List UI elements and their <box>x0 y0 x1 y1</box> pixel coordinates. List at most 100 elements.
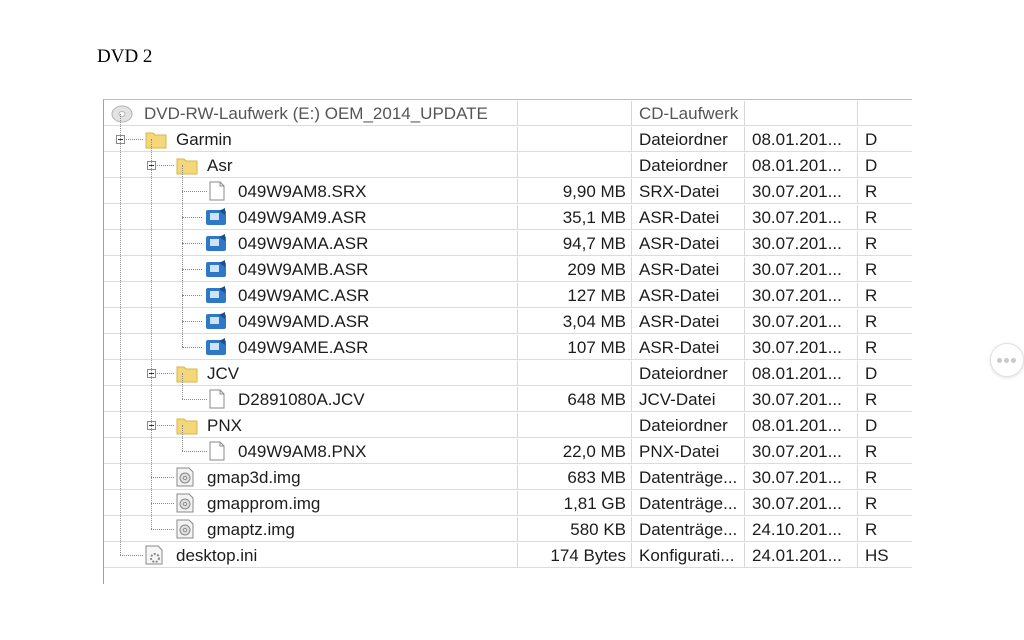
file-attributes: D <box>865 156 878 175</box>
tree-guide-line <box>182 425 183 451</box>
dot-icon <box>997 358 1002 363</box>
file-row[interactable]: gmapprom.img 1,81 GB Datenträge... 30.07.20… <box>104 491 912 516</box>
file-row[interactable]: JCV Dateiordner 08.01.201... D <box>104 361 912 386</box>
file-row[interactable]: 049W9AMC.ASR 127 MB ASR-Datei 30.07.201... R <box>104 283 912 308</box>
dot-icon <box>1004 358 1009 363</box>
file-row[interactable]: Asr Dateiordner 08.01.201... D <box>104 153 912 178</box>
name-cell: JCV <box>104 361 518 386</box>
file-attributes: R <box>865 286 878 305</box>
file-row[interactable]: D2891080A.JCV 648 MB JCV-Datei 30.07.201...… <box>104 387 912 412</box>
file-date: 30.07.201... <box>745 283 858 308</box>
file-row[interactable]: 049W9AME.ASR 107 MB ASR-Datei 30.07.201... R <box>104 335 912 360</box>
disc-image-file-icon <box>176 493 194 520</box>
file-attributes: R <box>865 520 878 539</box>
asr-file-icon <box>204 233 228 260</box>
file-attributes: HS <box>865 546 889 565</box>
file-size: 107 MB <box>518 335 632 360</box>
file-date: 08.01.201... <box>745 127 858 152</box>
dvd-drive-icon <box>111 105 133 123</box>
file-date: 08.01.201... <box>745 413 858 438</box>
file-type: Datenträge... <box>632 465 745 490</box>
file-date: 30.07.201... <box>745 465 858 490</box>
name-cell: 049W9AME.ASR <box>104 335 518 360</box>
folder-icon <box>176 363 198 390</box>
tree-connector <box>182 269 202 270</box>
folder-icon <box>176 155 198 182</box>
tree-connector <box>182 295 202 296</box>
disc-image-file-icon <box>176 519 194 546</box>
file-attributes: D <box>865 416 878 435</box>
file-date: 30.07.201... <box>745 309 858 334</box>
drive-name-cell: DVD-RW-Laufwerk (E:) OEM_2014_UPDATE <box>104 101 518 126</box>
file-row[interactable]: 049W9AMB.ASR 209 MB ASR-Datei 30.07.201... R <box>104 257 912 282</box>
blank-file-icon <box>209 389 225 416</box>
drive-row[interactable]: DVD-RW-Laufwerk (E:) OEM_2014_UPDATE CD-… <box>104 101 912 126</box>
asr-file-icon <box>204 311 228 338</box>
file-name: D2891080A.JCV <box>238 390 365 409</box>
file-date: 30.07.201... <box>745 205 858 230</box>
file-attributes: R <box>865 390 878 409</box>
more-options-button[interactable] <box>990 343 1024 377</box>
file-size: 22,0 MB <box>518 439 632 464</box>
file-date: 30.07.201... <box>745 491 858 516</box>
file-attributes: R <box>865 468 878 487</box>
page-heading: DVD 2 <box>97 46 153 67</box>
file-name: gmaptz.img <box>207 520 295 539</box>
file-row[interactable]: 049W9AM8.SRX 9,90 MB SRX-Datei 30.07.201...… <box>104 179 912 204</box>
name-cell: 049W9AM8.SRX <box>104 179 518 204</box>
file-type: Konfigurati... <box>632 543 745 568</box>
name-cell: Garmin <box>104 127 518 152</box>
file-type: Dateiordner <box>632 413 745 438</box>
tree-connector <box>151 529 174 530</box>
file-row[interactable]: Garmin Dateiordner 08.01.201... D <box>104 127 912 152</box>
file-row[interactable]: 049W9AMD.ASR 3,04 MB ASR-Datei 30.07.201...… <box>104 309 912 334</box>
file-size: 174 Bytes <box>518 543 632 568</box>
name-cell: desktop.ini <box>104 543 518 568</box>
name-cell: 049W9AMA.ASR <box>104 231 518 256</box>
file-type: ASR-Datei <box>632 205 745 230</box>
file-name: 049W9AM8.PNX <box>238 442 367 461</box>
file-size <box>518 413 632 438</box>
file-name: gmap3d.img <box>207 468 301 487</box>
file-name: 049W9AM9.ASR <box>238 208 367 227</box>
drive-size-cell <box>518 101 632 126</box>
file-row[interactable]: PNX Dateiordner 08.01.201... D <box>104 413 912 438</box>
file-name: Asr <box>207 156 233 175</box>
file-row[interactable]: 049W9AM9.ASR 35,1 MB ASR-Datei 30.07.201...… <box>104 205 912 230</box>
file-type: PNX-Datei <box>632 439 745 464</box>
tree-connector <box>182 321 202 322</box>
file-size: 35,1 MB <box>518 205 632 230</box>
file-date: 30.07.201... <box>745 257 858 282</box>
drive-name: DVD-RW-Laufwerk (E:) OEM_2014_UPDATE <box>144 104 488 123</box>
file-attributes: R <box>865 494 878 513</box>
asr-file-icon <box>204 285 228 312</box>
name-cell: gmapprom.img <box>104 491 518 516</box>
name-cell: 049W9AMD.ASR <box>104 309 518 334</box>
settings-file-icon <box>145 545 163 572</box>
tree-connector <box>182 243 202 244</box>
file-size: 209 MB <box>518 257 632 282</box>
name-cell: D2891080A.JCV <box>104 387 518 412</box>
file-name: PNX <box>207 416 242 435</box>
file-size: 648 MB <box>518 387 632 412</box>
file-row[interactable]: gmaptz.img 580 KB Datenträge... 24.10.201..… <box>104 517 912 542</box>
tree-connector <box>182 451 207 452</box>
asr-file-icon <box>204 337 228 364</box>
file-date: 08.01.201... <box>745 361 858 386</box>
file-date: 24.01.201... <box>745 543 858 568</box>
file-type: JCV-Datei <box>632 387 745 412</box>
file-row[interactable]: 049W9AM8.PNX 22,0 MB PNX-Datei 30.07.201...… <box>104 439 912 464</box>
file-date: 30.07.201... <box>745 179 858 204</box>
file-type: ASR-Datei <box>632 335 745 360</box>
file-name: desktop.ini <box>176 546 258 565</box>
file-row[interactable]: desktop.ini 174 Bytes Konfigurati... 24.01.… <box>104 543 912 568</box>
name-cell: 049W9AM9.ASR <box>104 205 518 230</box>
file-tree-panel: DVD-RW-Laufwerk (E:) OEM_2014_UPDATE CD-… <box>103 99 912 584</box>
file-name: 049W9AMB.ASR <box>238 260 369 279</box>
file-row[interactable]: 049W9AMA.ASR 94,7 MB ASR-Datei 30.07.201...… <box>104 231 912 256</box>
drive-type: CD-Laufwerk <box>632 101 745 126</box>
file-row[interactable]: gmap3d.img 683 MB Datenträge... 30.07.201..… <box>104 465 912 490</box>
file-type: Datenträge... <box>632 491 745 516</box>
file-type: ASR-Datei <box>632 231 745 256</box>
disc-image-file-icon <box>176 467 194 494</box>
